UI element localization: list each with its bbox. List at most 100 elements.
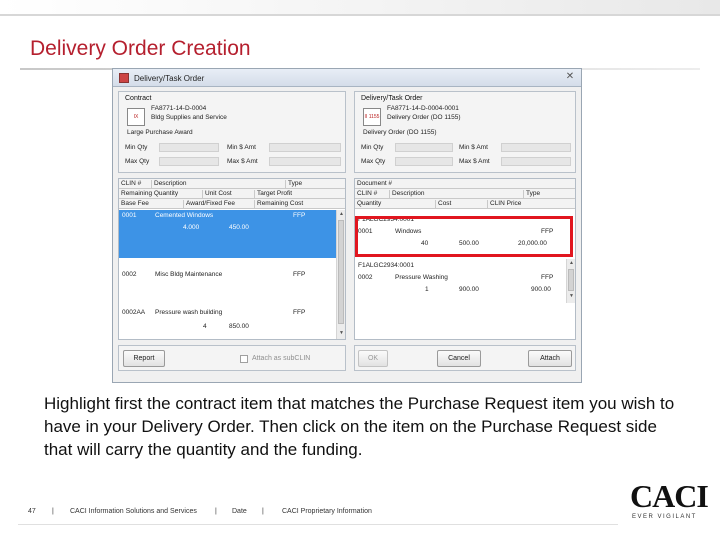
contract-min-amt-field[interactable] xyxy=(269,143,341,152)
highlight-box xyxy=(355,216,573,257)
dialog-titlebar[interactable]: Delivery/Task Order ✕ xyxy=(113,69,581,87)
delivery-max-amt-label: Max $ Amt xyxy=(459,158,490,165)
contract-button-bar: Report Attach as subCLIN xyxy=(118,345,346,371)
contract-grid-header-row-3: Base Fee Award/Fixed Fee Remaining Cost xyxy=(119,199,345,209)
row-clin-price: 900.00 xyxy=(531,286,551,293)
scroll-thumb[interactable] xyxy=(568,269,574,291)
col-header-type[interactable]: Type xyxy=(285,180,345,188)
report-button[interactable]: Report xyxy=(123,350,165,367)
contract-row[interactable]: 0002AA Pressure wash building FFP 4 850.… xyxy=(119,299,345,335)
row-type: FFP xyxy=(541,274,554,281)
contract-max-qty-field[interactable] xyxy=(159,157,219,166)
dialog-title: Delivery/Task Order xyxy=(134,74,205,83)
caci-logo: CACI EVER VIGILANT xyxy=(630,478,709,524)
slide-top-bar xyxy=(0,0,720,14)
footer-separator: | xyxy=(262,508,264,515)
row-description: Pressure Washing xyxy=(395,274,448,281)
purchase-request-grid: Document # CLIN # Description Type Quant… xyxy=(354,178,576,340)
request-grid-scrollbar[interactable]: ▲ ▼ xyxy=(566,259,575,303)
request-grid-header-row-1: Document # xyxy=(355,179,575,189)
row-description: Misc Bldg Maintenance xyxy=(155,271,223,278)
col-header-base-fee[interactable]: Base Fee xyxy=(119,200,183,208)
delivery-min-qty-field[interactable] xyxy=(395,143,453,152)
slide-title: Delivery Order Creation xyxy=(30,37,251,60)
request-grid-header-row-2: CLIN # Description Type xyxy=(355,189,575,199)
scroll-up-icon[interactable]: ▲ xyxy=(568,260,575,266)
attach-button[interactable]: Attach xyxy=(528,350,572,367)
contract-grid-header-row-2: Remaining Quantity Unit Cost Target Prof… xyxy=(119,189,345,199)
contract-description: Bldg Supplies and Service xyxy=(151,114,227,121)
row-clin: 0002AA xyxy=(122,309,146,316)
delivery-group: Delivery/Task Order II 1155 FA8771-14-D-… xyxy=(354,91,576,173)
footer-company: CACI Information Solutions and Services xyxy=(70,508,197,515)
row-description: Cemented Windows xyxy=(155,212,214,219)
contract-number: FA8771-14-D-0004 xyxy=(151,105,207,112)
contract-award-type: Large Purchase Award xyxy=(127,129,193,136)
col-header-clin-price[interactable]: CLIN Price xyxy=(487,200,575,208)
contract-max-amt-label: Max $ Amt xyxy=(227,158,258,165)
delivery-order-description: Delivery Order (DO 1155) xyxy=(387,114,461,121)
attach-subclin-checkbox[interactable] xyxy=(240,355,248,363)
col-header-remaining-cost[interactable]: Remaining Cost xyxy=(254,200,345,208)
col-header-clin[interactable]: CLIN # xyxy=(119,180,151,188)
col-header-unit-cost[interactable]: Unit Cost xyxy=(202,190,254,198)
contract-min-qty-label: Min Qty xyxy=(125,144,148,151)
delivery-min-qty-label: Min Qty xyxy=(361,144,384,151)
delivery-max-qty-field[interactable] xyxy=(395,157,453,166)
row-type: FFP xyxy=(293,309,306,316)
row-type: FFP xyxy=(293,271,306,278)
footer-separator: | xyxy=(52,508,54,515)
delivery-order-type: Delivery Order (DO 1155) xyxy=(363,129,437,136)
delivery-order-number: FA8771-14-D-0004-0001 xyxy=(387,105,459,112)
delivery-min-amt-label: Min $ Amt xyxy=(459,144,488,151)
contract-group: Contract IX FA8771-14-D-0004 Bldg Suppli… xyxy=(118,91,346,173)
contract-min-qty-field[interactable] xyxy=(159,143,219,152)
row-clin: 0001 xyxy=(122,212,137,219)
attach-subclin-label: Attach as subCLIN xyxy=(252,355,311,362)
contract-row-selected[interactable]: 0001 Cemented Windows FFP 4.000 450.00 xyxy=(119,210,345,258)
col-header-type[interactable]: Type xyxy=(523,190,575,198)
request-row[interactable]: F1ALGC2934:0001 0002 Pressure Washing FF… xyxy=(355,259,575,303)
contract-group-title: Contract xyxy=(125,95,152,102)
instruction-text: Highlight first the contract item that m… xyxy=(44,394,675,459)
contract-min-amt-label: Min $ Amt xyxy=(227,144,256,151)
col-header-clin[interactable]: CLIN # xyxy=(355,190,389,198)
col-header-description[interactable]: Description xyxy=(151,180,285,188)
request-grid-header-row-3: Quantity Cost CLIN Price xyxy=(355,199,575,209)
delivery-logo-icon: II 1155 xyxy=(363,108,381,126)
delivery-max-amt-field[interactable] xyxy=(501,157,571,166)
close-icon[interactable]: ✕ xyxy=(563,71,577,84)
row-cost: 850.00 xyxy=(229,323,249,330)
col-header-quantity[interactable]: Quantity xyxy=(355,200,435,208)
row-clin: 0002 xyxy=(358,274,373,281)
col-header-cost[interactable]: Cost xyxy=(435,200,487,208)
contract-logo-icon: IX xyxy=(127,108,145,126)
contract-grid-scrollbar[interactable]: ▲ ▼ xyxy=(336,210,345,339)
delivery-group-title: Delivery/Task Order xyxy=(361,95,423,102)
cancel-button[interactable]: Cancel xyxy=(437,350,481,367)
row-quantity: 4.000 xyxy=(183,224,200,231)
row-cost: 450.00 xyxy=(229,224,249,231)
footer-separator: | xyxy=(215,508,217,515)
row-quantity: 4 xyxy=(203,323,207,330)
contract-max-amt-field[interactable] xyxy=(269,157,341,166)
contract-clin-grid: CLIN # Description Type Remaining Quanti… xyxy=(118,178,346,340)
app-icon xyxy=(119,73,129,83)
scroll-thumb[interactable] xyxy=(338,220,344,324)
delivery-min-amt-field[interactable] xyxy=(501,143,571,152)
col-header-document[interactable]: Document # xyxy=(355,180,575,188)
col-header-award-fixed-fee[interactable]: Award/Fixed Fee xyxy=(183,200,254,208)
col-header-remaining-quantity[interactable]: Remaining Quantity xyxy=(119,190,202,198)
scroll-down-icon[interactable]: ▼ xyxy=(338,330,345,336)
col-header-target-profit[interactable]: Target Profit xyxy=(254,190,345,198)
contract-max-qty-label: Max Qty xyxy=(125,158,150,165)
row-clin: 0002 xyxy=(122,271,137,278)
caci-logo-tagline: EVER VIGILANT xyxy=(632,514,697,520)
ok-button[interactable]: OK xyxy=(358,350,388,367)
col-header-description[interactable]: Description xyxy=(389,190,523,198)
contract-row[interactable]: 0002 Misc Bldg Maintenance FFP xyxy=(119,261,345,295)
scroll-down-icon[interactable]: ▼ xyxy=(568,293,575,299)
footer-page-number: 47 xyxy=(28,508,36,515)
scroll-up-icon[interactable]: ▲ xyxy=(338,211,345,217)
delivery-max-qty-label: Max Qty xyxy=(361,158,386,165)
